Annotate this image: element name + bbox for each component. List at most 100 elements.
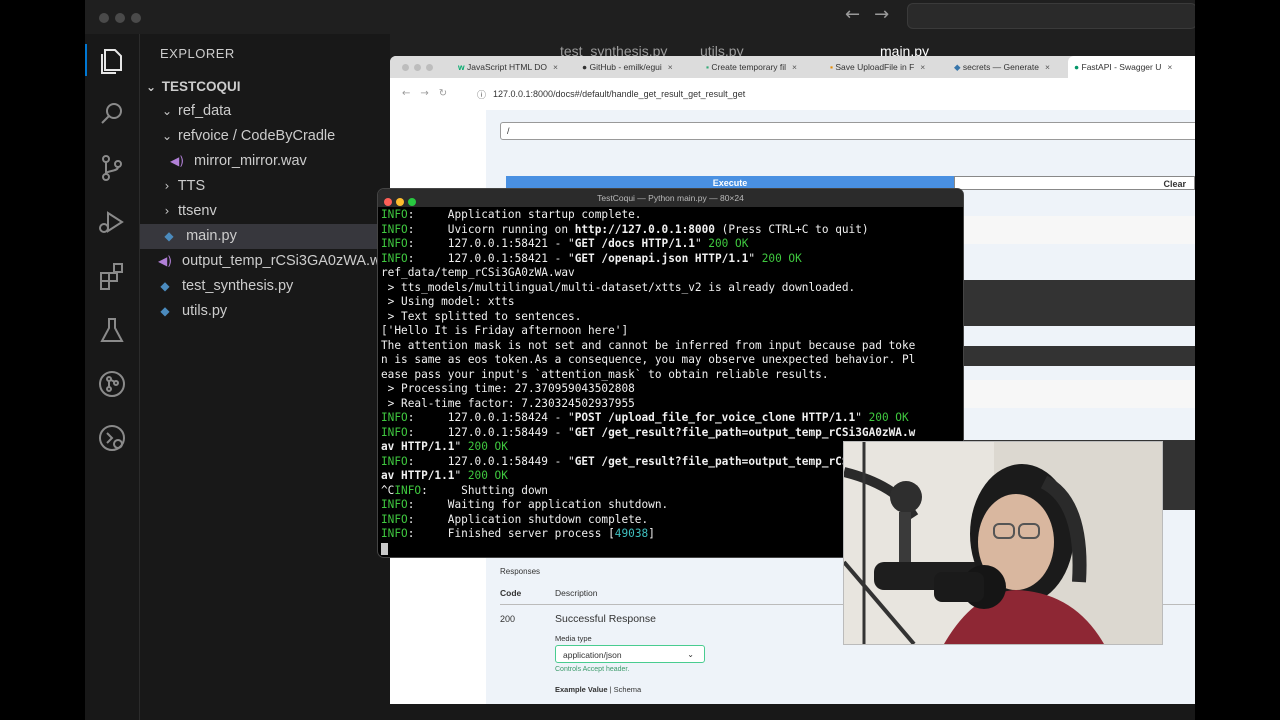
browser-nav-buttons[interactable]: ←→↻ [402,88,457,99]
process-id: 49038 [614,527,649,540]
browser-tab-label: Save UploadFile in F [835,62,915,72]
browser-tab-active[interactable]: ● FastAPI - Swagger U × [1068,56,1195,78]
python-file-icon: ◆ [160,279,170,293]
tree-item-output-wav[interactable]: ◀) output_temp_rCSi3GA0zWA.wav [158,249,396,274]
browser-tab-label: secrets — Generate [962,62,1039,72]
command-center-search[interactable] [907,3,1195,29]
python-favicon-icon: ◆ [954,62,961,72]
webcam-overlay [843,441,1163,645]
close-window-icon[interactable] [384,198,392,206]
w3-favicon-icon: w [458,62,465,72]
browser-tab-label: FastAPI - Swagger U [1081,62,1162,72]
tree-item-utils[interactable]: ◆ utils.py [158,299,227,324]
response-description: Successful Response [555,613,656,625]
explorer-title: EXPLORER [160,46,235,61]
project-name: TESTCOQUI [161,79,241,94]
window-controls[interactable] [99,10,147,28]
browser-tab-strip: w JavaScript HTML DO × ● GitHub - emilk/e… [390,56,1195,78]
tree-item-ref-data[interactable]: ⌄ ref_data [160,99,231,124]
chevron-right-icon: › [164,204,170,218]
explorer-sidebar: EXPLORER ... ⌄ TESTCOQUI ⌄ ref_data ⌄ re… [140,34,420,720]
tree-item-label: mirror_mirror.wav [194,153,307,169]
history-nav: ← → [845,4,903,25]
tree-item-label: main.py [186,228,237,244]
site-info-icon[interactable]: ⓘ [477,88,486,101]
server-url: http://127.0.0.1:8000 [574,222,715,236]
browser-tab-label: Create temporary fil [711,62,787,72]
page-favicon-icon: ▪ [706,62,710,72]
explorer-files-icon[interactable] [85,44,128,76]
description-column-header: Description [555,588,598,598]
zoom-window-icon[interactable] [408,198,416,206]
tree-item-label: utils.py [182,303,228,319]
chevron-down-icon: ⌄ [161,129,173,143]
media-type-value: application/json [563,650,622,660]
vscode-titlebar: ← → [85,0,1195,35]
browser-tab[interactable]: w JavaScript HTML DO × [452,56,578,78]
forward-arrow-icon[interactable]: → [874,4,889,25]
browser-tab[interactable]: ◆ secrets — Generate × [948,56,1070,78]
execute-button[interactable]: Execute [506,176,954,190]
close-icon[interactable]: × [1045,62,1050,72]
tree-item-mirror-wav[interactable]: ◀) mirror_mirror.wav [170,149,307,174]
audio-file-icon: ◀) [158,254,172,268]
git-graph-icon[interactable] [96,368,128,400]
tree-item-ttsenv[interactable]: › ttsenv [160,199,217,224]
clear-button[interactable]: Clear [954,176,1195,190]
tree-item-test-synthesis[interactable]: ◆ test_synthesis.py [158,274,293,299]
page-favicon-icon: ▪ [830,62,834,72]
testing-flask-icon[interactable] [96,314,128,346]
python-file-icon: ◆ [160,304,170,318]
remote-explorer-icon[interactable] [96,422,128,454]
browser-tab-label: GitHub - emilk/egui [589,62,662,72]
responses-heading: Responses [500,567,541,576]
tree-item-refvoice[interactable]: ⌄ refvoice / CodeByCradle [160,124,335,149]
close-icon[interactable]: × [553,62,558,72]
minimize-window-icon[interactable] [396,198,404,206]
tree-item-label: ref_data [178,103,232,119]
chevron-down-icon: ⌄ [161,104,173,118]
example-schema-tabs: Example Value | Schema [555,685,642,694]
source-control-icon[interactable] [96,152,128,184]
close-icon[interactable]: × [668,62,673,72]
address-bar: ←→↻ ⓘ 127.0.0.1:8000/docs#/default/handl… [390,78,1195,111]
activity-bar [85,34,140,720]
github-favicon-icon: ● [582,62,588,72]
tree-item-label: test_synthesis.py [182,278,294,294]
close-icon[interactable]: × [1167,62,1172,72]
url-field[interactable]: 127.0.0.1:8000/docs#/default/handle_get_… [493,89,745,99]
python-file-icon: ◆ [164,229,174,243]
tab-schema[interactable]: Schema [614,685,642,694]
back-arrow-icon[interactable]: ← [845,4,860,25]
close-icon[interactable]: × [920,62,925,72]
close-icon[interactable]: × [792,62,797,72]
browser-tab[interactable]: ▪ Save UploadFile in F × [824,56,950,78]
search-icon[interactable] [96,98,128,130]
media-type-select[interactable]: application/json ⌄ [555,645,705,663]
browser-tab[interactable]: ▪ Create temporary fil × [700,56,826,78]
tree-item-label: refvoice / CodeByCradle [178,128,336,144]
terminal-cursor [381,542,388,555]
audio-file-icon: ◀) [170,154,184,168]
tree-item-main-py[interactable]: ◆ main.py [140,224,390,249]
webcam-presenter-image [844,442,1162,644]
tab-example-value[interactable]: Example Value [555,685,608,694]
response-code: 200 [500,614,516,624]
run-debug-icon[interactable] [96,206,128,238]
terminal-title: TestCoqui — Python main.py — 80×24 [597,193,744,203]
chevron-down-icon: ⌄ [687,650,694,659]
browser-tab-label: JavaScript HTML DO [467,62,547,72]
project-root[interactable]: ⌄ TESTCOQUI [144,74,241,99]
fastapi-favicon-icon: ● [1074,62,1080,72]
terminal-titlebar: TestCoqui — Python main.py — 80×24 [378,189,963,207]
browser-window-controls[interactable] [402,63,438,73]
media-type-label: Media type [555,634,592,643]
chevron-down-icon: ⌄ [145,80,157,94]
tree-item-label: output_temp_rCSi3GA0zWA.wav [182,253,396,269]
tree-item-tts[interactable]: › TTS [160,174,206,199]
controls-accept-note: Controls Accept header. [555,666,630,673]
tree-item-label: TTS [177,178,206,194]
extensions-icon[interactable] [96,260,128,292]
browser-tab[interactable]: ● GitHub - emilk/egui × [576,56,702,78]
file-path-input[interactable]: / [500,122,1195,140]
